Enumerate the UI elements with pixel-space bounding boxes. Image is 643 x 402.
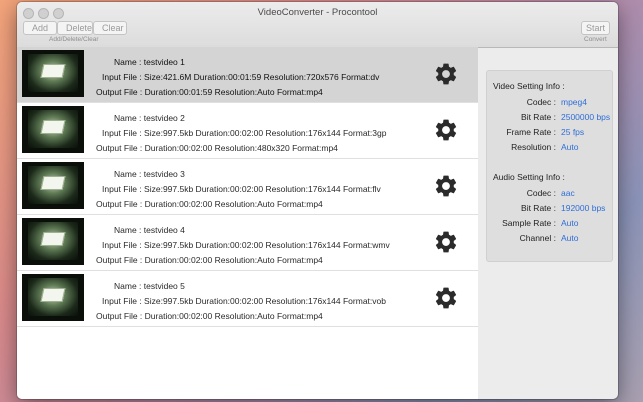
video-thumbnail (22, 106, 84, 153)
video-row[interactable]: Name : testvideo 5 Input File : Size:997… (17, 271, 478, 327)
input-file-info: Input File : Size:997.5kb Duration:00:02… (102, 296, 386, 306)
add-delete-clear-caption: Add/Delete/Clear (49, 36, 99, 43)
audio-settings-title: Audio Setting Info : (493, 172, 565, 182)
audio-bitrate-value[interactable]: 192000 bps (561, 203, 605, 213)
video-name: Name : testvideo 2 (114, 113, 185, 123)
clear-button[interactable]: Clear (93, 21, 127, 35)
audio-codec-label: Codec : (526, 188, 556, 198)
settings-info-panel: Video Setting Info : Codec : mpeg4 Bit R… (486, 70, 613, 262)
video-name: Name : testvideo 5 (114, 281, 185, 291)
video-row[interactable]: Name : testvideo 2 Input File : Size:997… (17, 103, 478, 159)
window-title: VideoConverter - Procontool (257, 7, 378, 18)
input-file-info: Input File : Size:997.5kb Duration:00:02… (102, 128, 387, 138)
output-file-info: Output File : Duration:00:02:00 Resoluti… (96, 143, 338, 153)
video-name: Name : testvideo 3 (114, 169, 185, 179)
video-thumbnail (22, 50, 84, 97)
resolution-value[interactable]: Auto (561, 142, 579, 152)
video-codec-value[interactable]: mpeg4 (561, 97, 587, 107)
frame-rate-label: Frame Rate : (506, 127, 556, 137)
output-file-info: Output File : Duration:00:02:00 Resoluti… (96, 311, 323, 321)
gear-icon[interactable] (433, 285, 459, 311)
output-file-info: Output File : Duration:00:02:00 Resoluti… (96, 255, 323, 265)
gear-icon[interactable] (433, 117, 459, 143)
video-name: Name : testvideo 4 (114, 225, 185, 235)
output-file-info: Output File : Duration:00:01:59 Resoluti… (96, 87, 323, 97)
delete-button[interactable]: Delete (57, 21, 93, 35)
frame-rate-value[interactable]: 25 fps (561, 127, 584, 137)
input-file-info: Input File : Size:997.5kb Duration:00:02… (102, 240, 390, 250)
video-name: Name : testvideo 1 (114, 57, 185, 67)
toolbar: VideoConverter - Procontool Add Delete C… (17, 2, 618, 48)
start-button[interactable]: Start (581, 21, 610, 35)
video-thumbnail (22, 162, 84, 209)
video-bitrate-value[interactable]: 2500000 bps (561, 112, 610, 122)
video-thumbnail (22, 218, 84, 265)
video-row[interactable]: Name : testvideo 4 Input File : Size:997… (17, 215, 478, 271)
gear-icon[interactable] (433, 229, 459, 255)
output-file-info: Output File : Duration:00:02:00 Resoluti… (96, 199, 323, 209)
channel-value[interactable]: Auto (561, 233, 579, 243)
sample-rate-label: Sample Rate : (502, 218, 556, 228)
video-codec-label: Codec : (526, 97, 556, 107)
convert-caption: Convert (584, 36, 607, 43)
video-bitrate-label: Bit Rate : (521, 112, 556, 122)
video-list: Name : testvideo 1 Input File : Size:421… (17, 47, 478, 399)
input-file-info: Input File : Size:421.6M Duration:00:01:… (102, 72, 380, 82)
app-window: VideoConverter - Procontool Add Delete C… (17, 2, 618, 399)
gear-icon[interactable] (433, 61, 459, 87)
channel-label: Channel : (519, 233, 556, 243)
audio-codec-value[interactable]: aac (561, 188, 575, 198)
resolution-label: Resolution : (511, 142, 556, 152)
sample-rate-value[interactable]: Auto (561, 218, 579, 228)
video-row[interactable]: Name : testvideo 1 Input File : Size:421… (17, 47, 478, 103)
video-row[interactable]: Name : testvideo 3 Input File : Size:997… (17, 159, 478, 215)
gear-icon[interactable] (433, 173, 459, 199)
video-thumbnail (22, 274, 84, 321)
input-file-info: Input File : Size:997.5kb Duration:00:02… (102, 184, 381, 194)
add-button[interactable]: Add (23, 21, 57, 35)
audio-bitrate-label: Bit Rate : (521, 203, 556, 213)
video-settings-title: Video Setting Info : (493, 81, 565, 91)
